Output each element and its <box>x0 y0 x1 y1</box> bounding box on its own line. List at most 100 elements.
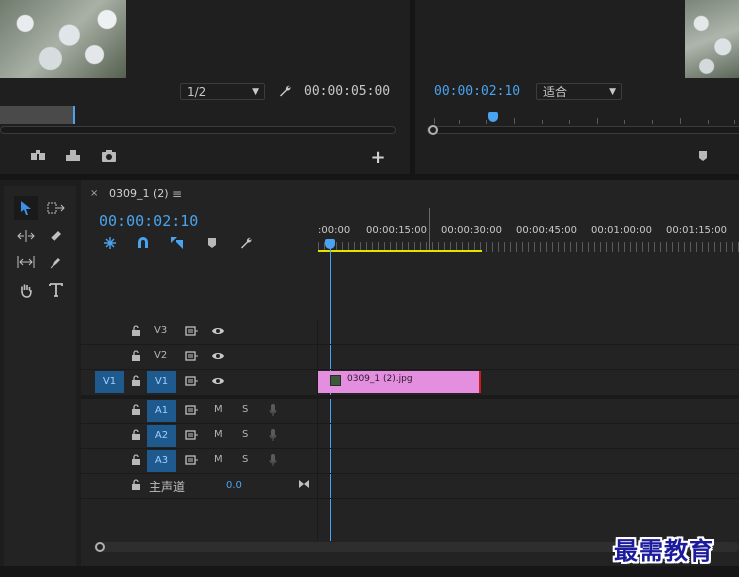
nest-toggle-icon[interactable] <box>101 235 119 251</box>
razor-tool[interactable] <box>44 224 68 248</box>
sync-lock-icon[interactable] <box>184 453 200 467</box>
microphone-icon[interactable] <box>266 403 280 417</box>
hand-tool[interactable] <box>14 278 38 302</box>
lock-icon[interactable] <box>129 374 143 388</box>
lock-icon[interactable] <box>129 478 143 492</box>
source-in-out-range <box>0 106 74 124</box>
chevron-down-icon: ▼ <box>252 87 259 97</box>
ruler-label: 00:01:00:00 <box>591 225 653 236</box>
lock-icon[interactable] <box>129 453 143 467</box>
track-select-tool[interactable] <box>44 196 68 220</box>
add-button-icon[interactable]: + <box>370 147 386 168</box>
program-video-frame <box>685 0 739 78</box>
track-target-a2[interactable]: A2 <box>147 425 176 447</box>
program-monitor-panel: 00:00:02:10 适合 ▼ <box>415 0 739 174</box>
sequence-tab-title[interactable]: 0309_1 (2) <box>109 187 169 200</box>
eye-icon[interactable] <box>210 349 226 363</box>
track-target-a3[interactable]: A3 <box>147 450 176 472</box>
track-target-v1[interactable]: V1 <box>147 371 176 393</box>
source-playhead-marker[interactable] <box>73 106 75 124</box>
watermark-text: 最需教育 <box>614 536 714 565</box>
mute-button[interactable]: M <box>214 429 223 440</box>
track-divider <box>81 498 739 499</box>
track-area-divider <box>317 320 318 541</box>
program-fit-select[interactable]: 适合 ▼ <box>536 83 622 100</box>
program-ruler[interactable] <box>434 110 739 124</box>
track-name-v3[interactable]: V3 <box>154 325 167 336</box>
work-area-bar[interactable] <box>318 250 482 252</box>
ripple-edit-tool[interactable] <box>14 224 38 248</box>
bottom-strip <box>0 566 739 577</box>
mute-button[interactable]: M <box>214 404 223 415</box>
solo-button[interactable]: S <box>242 404 248 415</box>
ruler-label: 00:00:15:00 <box>366 225 428 236</box>
sequence-timecode[interactable]: 00:00:02:10 <box>99 212 198 230</box>
eye-icon[interactable] <box>210 324 226 338</box>
source-video-frame <box>0 0 126 78</box>
track-header-v2: V2 <box>81 345 317 369</box>
source-scrub-bar[interactable] <box>0 126 396 134</box>
master-track-name: 主声道 <box>149 480 186 494</box>
wrench-icon[interactable] <box>276 82 294 100</box>
ruler-label: 00:00:30:00 <box>441 225 503 236</box>
track-header-v1: V1 V1 <box>81 370 317 394</box>
linked-selection-icon[interactable] <box>168 235 186 251</box>
master-volume-value[interactable]: 0.0 <box>226 480 242 491</box>
sync-lock-icon[interactable] <box>184 349 200 363</box>
ruler-label: 00:01:15:00 <box>666 225 728 236</box>
sync-lock-icon[interactable] <box>184 428 200 442</box>
program-scrub-bar[interactable] <box>427 126 739 134</box>
track-name-v2[interactable]: V2 <box>154 350 167 361</box>
sync-lock-icon[interactable] <box>184 374 200 388</box>
microphone-icon[interactable] <box>266 428 280 442</box>
sync-lock-icon[interactable] <box>184 324 200 338</box>
ruler-label: 00:00:45:00 <box>516 225 578 236</box>
type-tool[interactable] <box>44 278 68 302</box>
source-zoom-select[interactable]: 1/2 ▼ <box>180 83 265 100</box>
add-marker-icon[interactable] <box>203 235 221 251</box>
sync-lock-icon[interactable] <box>184 403 200 417</box>
program-scrub-handle[interactable] <box>428 125 438 135</box>
chevron-down-icon: ▼ <box>609 87 616 97</box>
solo-button[interactable]: S <box>242 454 248 465</box>
go-to-end-icon[interactable] <box>297 477 311 491</box>
insert-icon[interactable] <box>27 147 49 165</box>
ruler-label: :00:00 <box>318 225 351 236</box>
clip-name: 0309_1 (2).jpg <box>347 374 413 384</box>
scrollbar-zoom-handle[interactable] <box>95 542 105 552</box>
lock-icon[interactable] <box>129 349 143 363</box>
source-monitor-panel: 1/2 ▼ 00:00:05:00 + <box>0 0 410 174</box>
track-header-a2: A2 M S <box>81 424 317 448</box>
selection-tool[interactable] <box>14 196 38 220</box>
program-timecode[interactable]: 00:00:02:10 <box>434 84 520 99</box>
lock-icon[interactable] <box>129 324 143 338</box>
track-header-master: 主声道 0.0 <box>81 474 317 498</box>
timeline-clip[interactable]: 0309_1 (2).jpg <box>318 371 481 393</box>
tools-panel <box>4 186 76 566</box>
track-target-a1[interactable]: A1 <box>147 400 176 422</box>
overwrite-icon[interactable] <box>62 147 84 165</box>
mute-button[interactable]: M <box>214 454 223 465</box>
timeline-settings-wrench-icon[interactable] <box>237 235 255 251</box>
track-header-a1: A1 M S <box>81 399 317 423</box>
eye-icon[interactable] <box>210 374 226 388</box>
solo-button[interactable]: S <box>242 429 248 440</box>
track-header-a3: A3 M S <box>81 449 317 473</box>
track-header-v3: V3 <box>81 320 317 344</box>
panel-divider <box>410 0 415 174</box>
slip-tool[interactable] <box>14 250 38 274</box>
marker-icon[interactable] <box>696 148 710 164</box>
ruler-mark <box>429 208 430 252</box>
lock-icon[interactable] <box>129 428 143 442</box>
pen-tool[interactable] <box>44 250 68 274</box>
source-duration-timecode: 00:00:05:00 <box>304 84 391 99</box>
close-icon[interactable]: × <box>90 188 98 199</box>
lock-icon[interactable] <box>129 403 143 417</box>
panel-menu-icon[interactable]: ≡ <box>172 187 182 201</box>
program-playhead-marker[interactable] <box>488 112 498 122</box>
snap-magnet-icon[interactable] <box>134 235 152 251</box>
camera-icon[interactable] <box>98 147 120 165</box>
source-patch-v1[interactable]: V1 <box>95 371 124 393</box>
microphone-icon[interactable] <box>266 453 280 467</box>
timeline-playhead-head[interactable] <box>325 239 335 249</box>
